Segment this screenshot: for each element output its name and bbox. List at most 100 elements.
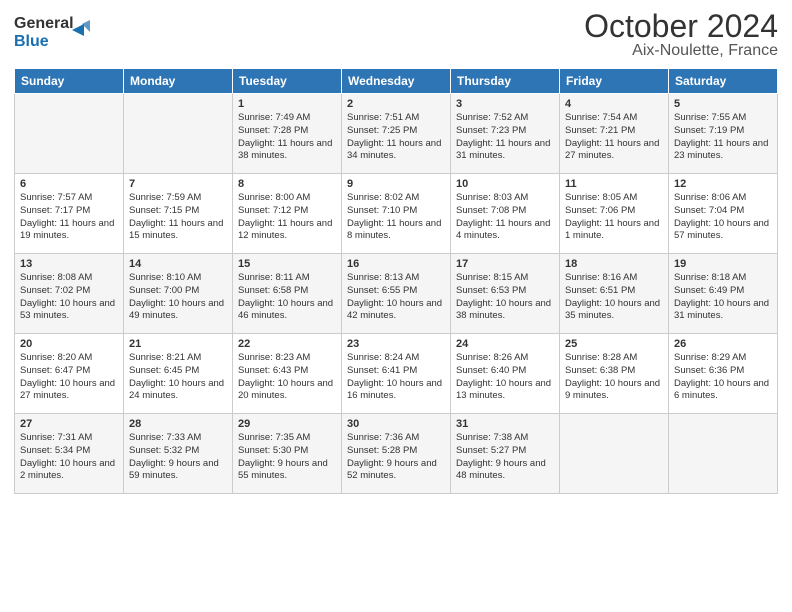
calendar-cell: 8 Sunrise: 8:00 AMSunset: 7:12 PMDaylight… xyxy=(233,174,342,254)
calendar-cell xyxy=(124,94,233,174)
day-content: Sunrise: 8:28 AMSunset: 6:38 PMDaylight:… xyxy=(565,352,663,403)
day-content: Sunrise: 7:59 AMSunset: 7:15 PMDaylight:… xyxy=(129,192,227,243)
day-number: 4 xyxy=(565,98,663,110)
day-content: Sunrise: 7:52 AMSunset: 7:23 PMDaylight:… xyxy=(456,112,554,163)
col-monday: Monday xyxy=(124,69,233,94)
day-content: Sunrise: 8:20 AMSunset: 6:47 PMDaylight:… xyxy=(20,352,118,403)
day-content: Sunrise: 8:08 AMSunset: 7:02 PMDaylight:… xyxy=(20,272,118,323)
day-number: 23 xyxy=(347,338,445,350)
day-content: Sunrise: 7:33 AMSunset: 5:32 PMDaylight:… xyxy=(129,432,227,483)
col-friday: Friday xyxy=(560,69,669,94)
day-number: 27 xyxy=(20,418,118,430)
day-content: Sunrise: 8:15 AMSunset: 6:53 PMDaylight:… xyxy=(456,272,554,323)
day-number: 15 xyxy=(238,258,336,270)
day-content: Sunrise: 8:18 AMSunset: 6:49 PMDaylight:… xyxy=(674,272,772,323)
day-number: 11 xyxy=(565,178,663,190)
logo-block: General Blue xyxy=(14,10,104,59)
calendar-cell: 26 Sunrise: 8:29 AMSunset: 6:36 PMDayligh… xyxy=(669,334,778,414)
col-sunday: Sunday xyxy=(15,69,124,94)
calendar-body: 1Sunrise: 7:49 AMSunset: 7:28 PMDaylight… xyxy=(15,94,778,494)
calendar-cell: 12Sunrise: 8:06 AMSunset: 7:04 PMDayligh… xyxy=(669,174,778,254)
day-content: Sunrise: 7:54 AMSunset: 7:21 PMDaylight:… xyxy=(565,112,663,163)
day-number: 25 xyxy=(565,338,663,350)
calendar-cell xyxy=(15,94,124,174)
day-number: 21 xyxy=(129,338,227,350)
day-number: 19 xyxy=(674,258,772,270)
main-container: General Blue October 2024 Aix-Noulette, … xyxy=(0,0,792,504)
calendar-row-2: 6 Sunrise: 7:57 AMSunset: 7:17 PMDaylight… xyxy=(15,174,778,254)
day-content: Sunrise: 7:49 AMSunset: 7:28 PMDaylight:… xyxy=(238,112,336,163)
calendar-cell: 25 Sunrise: 8:28 AMSunset: 6:38 PMDayligh… xyxy=(560,334,669,414)
calendar-cell: 14 Sunrise: 8:10 AMSunset: 7:00 PMDayligh… xyxy=(124,254,233,334)
header-row: Sunday Monday Tuesday Wednesday Thursday… xyxy=(15,69,778,94)
day-number: 31 xyxy=(456,418,554,430)
day-number: 13 xyxy=(20,258,118,270)
calendar-cell: 27 Sunrise: 7:31 AMSunset: 5:34 PMDayligh… xyxy=(15,414,124,494)
calendar-cell: 7 Sunrise: 7:59 AMSunset: 7:15 PMDaylight… xyxy=(124,174,233,254)
day-content: Sunrise: 8:21 AMSunset: 6:45 PMDaylight:… xyxy=(129,352,227,403)
calendar-cell: 23 Sunrise: 8:24 AMSunset: 6:41 PMDayligh… xyxy=(342,334,451,414)
day-content: Sunrise: 7:55 AMSunset: 7:19 PMDaylight:… xyxy=(674,112,772,163)
day-number: 7 xyxy=(129,178,227,190)
day-content: Sunrise: 8:11 AMSunset: 6:58 PMDaylight:… xyxy=(238,272,336,323)
location-title: Aix-Noulette, France xyxy=(584,42,778,60)
calendar-cell: 4 Sunrise: 7:54 AMSunset: 7:21 PMDaylight… xyxy=(560,94,669,174)
calendar-row-4: 20 Sunrise: 8:20 AMSunset: 6:47 PMDayligh… xyxy=(15,334,778,414)
day-content: Sunrise: 8:03 AMSunset: 7:08 PMDaylight:… xyxy=(456,192,554,243)
calendar-cell: 2 Sunrise: 7:51 AMSunset: 7:25 PMDaylight… xyxy=(342,94,451,174)
day-content: Sunrise: 8:00 AMSunset: 7:12 PMDaylight:… xyxy=(238,192,336,243)
day-number: 24 xyxy=(456,338,554,350)
calendar-cell: 30Sunrise: 7:36 AMSunset: 5:28 PMDayligh… xyxy=(342,414,451,494)
col-thursday: Thursday xyxy=(451,69,560,94)
calendar-cell: 24 Sunrise: 8:26 AMSunset: 6:40 PMDayligh… xyxy=(451,334,560,414)
calendar-row-1: 1Sunrise: 7:49 AMSunset: 7:28 PMDaylight… xyxy=(15,94,778,174)
day-content: Sunrise: 8:02 AMSunset: 7:10 PMDaylight:… xyxy=(347,192,445,243)
day-number: 17 xyxy=(456,258,554,270)
logo: General Blue xyxy=(14,10,104,59)
day-number: 22 xyxy=(238,338,336,350)
header: General Blue October 2024 Aix-Noulette, … xyxy=(14,10,778,60)
calendar-table: Sunday Monday Tuesday Wednesday Thursday… xyxy=(14,68,778,494)
day-number: 9 xyxy=(347,178,445,190)
day-number: 2 xyxy=(347,98,445,110)
calendar-cell xyxy=(560,414,669,494)
day-number: 29 xyxy=(238,418,336,430)
day-number: 26 xyxy=(674,338,772,350)
day-content: Sunrise: 8:29 AMSunset: 6:36 PMDaylight:… xyxy=(674,352,772,403)
day-content: Sunrise: 8:24 AMSunset: 6:41 PMDaylight:… xyxy=(347,352,445,403)
month-title: October 2024 xyxy=(584,10,778,42)
day-number: 20 xyxy=(20,338,118,350)
calendar-row-3: 13 Sunrise: 8:08 AMSunset: 7:02 PMDayligh… xyxy=(15,254,778,334)
calendar-cell: 9 Sunrise: 8:02 AMSunset: 7:10 PMDaylight… xyxy=(342,174,451,254)
day-content: Sunrise: 8:26 AMSunset: 6:40 PMDaylight:… xyxy=(456,352,554,403)
calendar-cell xyxy=(669,414,778,494)
day-content: Sunrise: 8:05 AMSunset: 7:06 PMDaylight:… xyxy=(565,192,663,243)
day-content: Sunrise: 8:16 AMSunset: 6:51 PMDaylight:… xyxy=(565,272,663,323)
day-content: Sunrise: 7:57 AMSunset: 7:17 PMDaylight:… xyxy=(20,192,118,243)
day-number: 6 xyxy=(20,178,118,190)
day-content: Sunrise: 8:13 AMSunset: 6:55 PMDaylight:… xyxy=(347,272,445,323)
day-content: Sunrise: 7:51 AMSunset: 7:25 PMDaylight:… xyxy=(347,112,445,163)
logo-svg: General Blue xyxy=(14,10,104,54)
calendar-cell: 22Sunrise: 8:23 AMSunset: 6:43 PMDayligh… xyxy=(233,334,342,414)
day-number: 8 xyxy=(238,178,336,190)
day-content: Sunrise: 7:38 AMSunset: 5:27 PMDaylight:… xyxy=(456,432,554,483)
calendar-cell: 15 Sunrise: 8:11 AMSunset: 6:58 PMDayligh… xyxy=(233,254,342,334)
calendar-cell: 11 Sunrise: 8:05 AMSunset: 7:06 PMDayligh… xyxy=(560,174,669,254)
day-number: 18 xyxy=(565,258,663,270)
day-content: Sunrise: 7:31 AMSunset: 5:34 PMDaylight:… xyxy=(20,432,118,483)
day-number: 3 xyxy=(456,98,554,110)
calendar-cell: 16Sunrise: 8:13 AMSunset: 6:55 PMDayligh… xyxy=(342,254,451,334)
col-saturday: Saturday xyxy=(669,69,778,94)
day-number: 5 xyxy=(674,98,772,110)
day-number: 14 xyxy=(129,258,227,270)
svg-text:General: General xyxy=(14,15,74,32)
col-wednesday: Wednesday xyxy=(342,69,451,94)
calendar-cell: 1Sunrise: 7:49 AMSunset: 7:28 PMDaylight… xyxy=(233,94,342,174)
calendar-cell: 10Sunrise: 8:03 AMSunset: 7:08 PMDayligh… xyxy=(451,174,560,254)
calendar-row-5: 27 Sunrise: 7:31 AMSunset: 5:34 PMDayligh… xyxy=(15,414,778,494)
day-content: Sunrise: 8:10 AMSunset: 7:00 PMDaylight:… xyxy=(129,272,227,323)
calendar-cell: 3 Sunrise: 7:52 AMSunset: 7:23 PMDaylight… xyxy=(451,94,560,174)
calendar-cell: 6 Sunrise: 7:57 AMSunset: 7:17 PMDaylight… xyxy=(15,174,124,254)
col-tuesday: Tuesday xyxy=(233,69,342,94)
